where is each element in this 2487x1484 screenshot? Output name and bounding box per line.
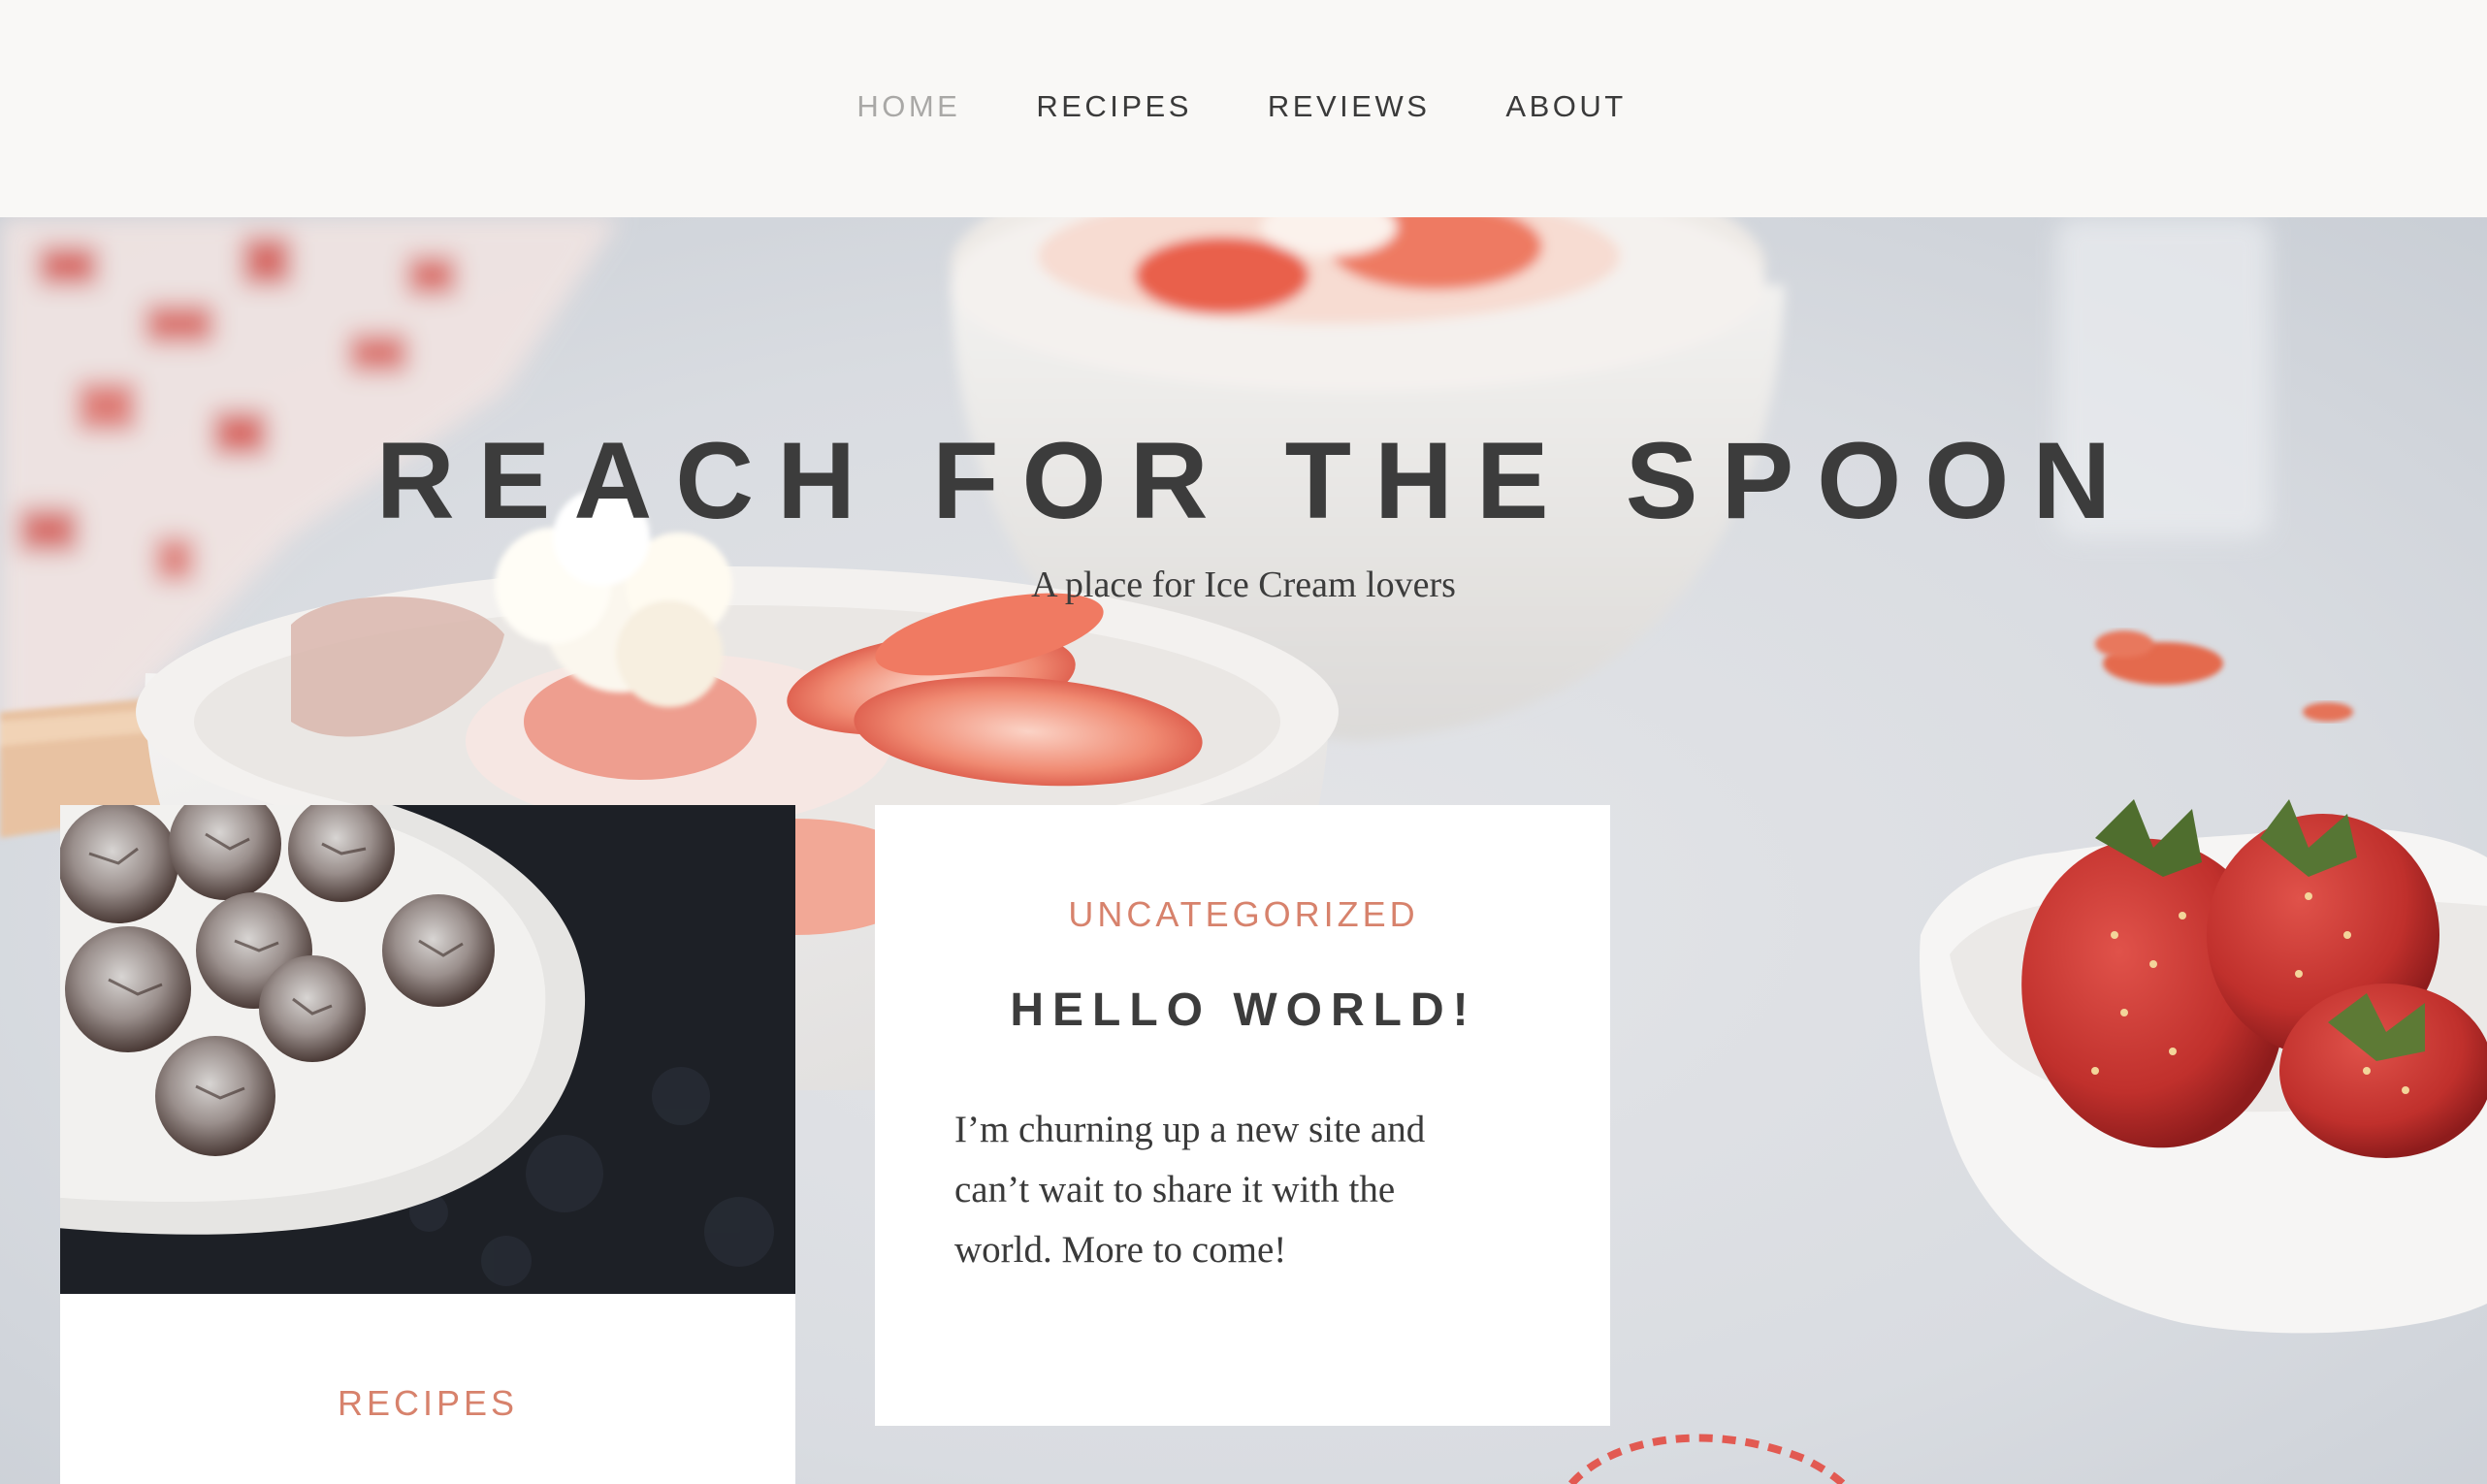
- cookies-image: [60, 805, 795, 1294]
- post-category-link[interactable]: UNCATEGORIZED: [954, 894, 1533, 935]
- site-title[interactable]: REACH FOR THE SPOON: [0, 419, 2487, 543]
- site-tagline: A place for Ice Cream lovers: [1031, 565, 1456, 605]
- post-excerpt: I’m churning up a new site and can’t wai…: [954, 1109, 1426, 1271]
- post-category-link[interactable]: RECIPES: [60, 1383, 795, 1424]
- nav-item-home[interactable]: HOME: [856, 85, 960, 128]
- nav-item-about[interactable]: ABOUT: [1505, 85, 1626, 128]
- post-card-hello-world: UNCATEGORIZED HELLO WORLD! I’m churning …: [875, 805, 1610, 1426]
- nav-item-recipes[interactable]: RECIPES: [1036, 85, 1192, 128]
- post-card-recipes[interactable]: RECIPES: [60, 805, 795, 1484]
- post-title[interactable]: HELLO WORLD!: [954, 982, 1533, 1040]
- nav-item-reviews[interactable]: REVIEWS: [1268, 85, 1430, 128]
- page: HOME RECIPES REVIEWS ABOUT REACH FOR THE…: [0, 0, 2487, 1484]
- main-navigation: HOME RECIPES REVIEWS ABOUT: [856, 85, 1626, 128]
- site-header: HOME RECIPES REVIEWS ABOUT: [0, 0, 2487, 217]
- post-thumbnail-cookies[interactable]: [60, 805, 795, 1294]
